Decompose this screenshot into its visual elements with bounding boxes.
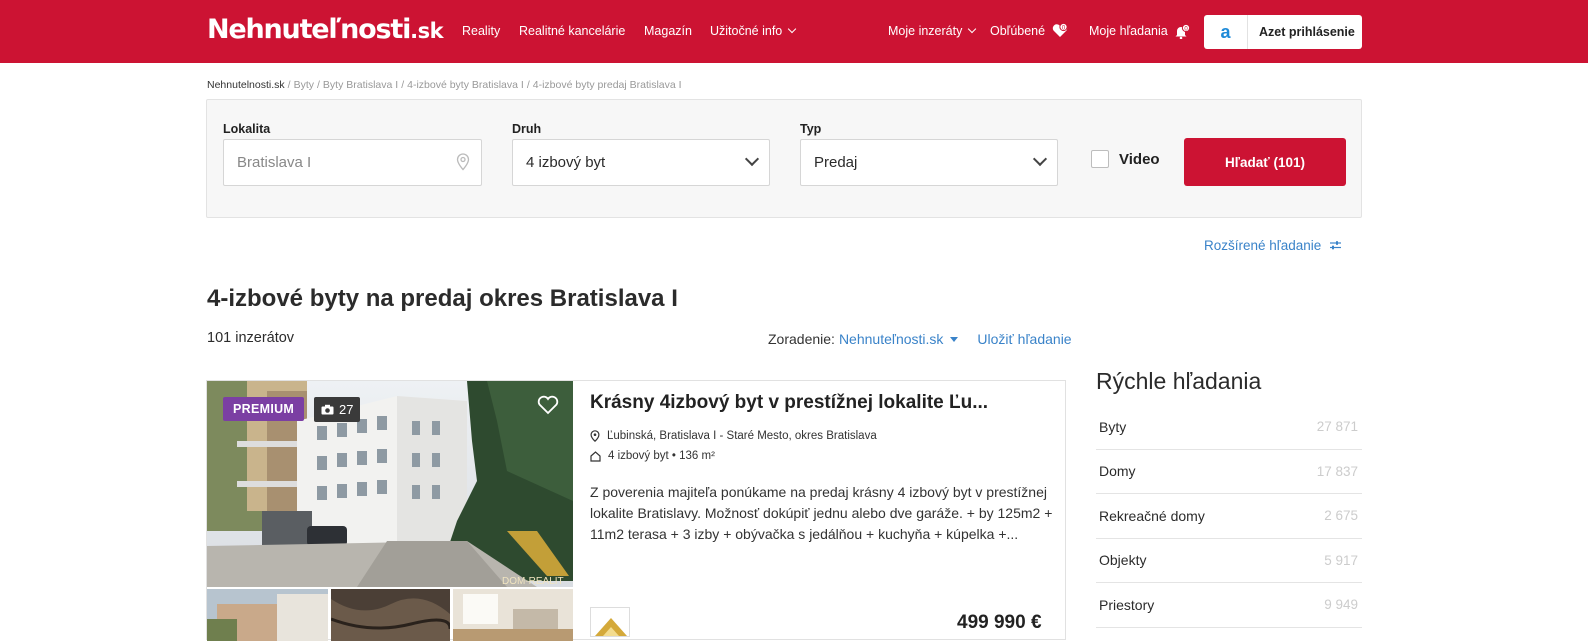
page-title: 4-izbové byty na predaj okres Bratislava…	[207, 285, 678, 312]
quick-search-item-byty[interactable]: Byty 27 871	[1096, 405, 1362, 450]
breadcrumb-item[interactable]: Nehnutelnosti.sk	[207, 79, 285, 91]
top-navigation-bar: Nehnuteľnosti.sk Reality Realitné kancel…	[0, 0, 1588, 63]
breadcrumb-item: 4-izbové byty predaj Bratislava I	[532, 79, 682, 91]
chevron-down-icon	[1032, 151, 1048, 167]
listing-title[interactable]: Krásny 4izbový byt v prestížnej lokalite…	[590, 392, 988, 414]
filter-sliders-icon	[1329, 238, 1342, 253]
quick-search-list: Byty 27 871 Domy 17 837 Rekreačné domy 2 67…	[1096, 405, 1362, 628]
nav-item-realitne-kancelarie[interactable]: Realitné kancelárie	[519, 24, 625, 38]
druh-select[interactable]: 4 izbový byt	[512, 139, 770, 186]
sort-dropdown[interactable]: Nehnuteľnosti.sk	[839, 331, 943, 347]
thumbnail-strip	[207, 589, 573, 641]
listing-type-area: 4 izbový byt • 136 m²	[590, 450, 715, 462]
results-count: 101 inzerátov	[207, 330, 295, 346]
video-checkbox[interactable]	[1091, 150, 1109, 168]
save-search-link[interactable]: Uložiť hľadanie	[977, 331, 1071, 347]
typ-select[interactable]: Predaj	[800, 139, 1058, 186]
svg-text:DOM-REALIT: DOM-REALIT	[502, 576, 564, 587]
location-pin-icon	[590, 430, 600, 442]
favorite-heart-icon[interactable]	[537, 395, 559, 420]
heart-icon: 0	[1052, 23, 1068, 38]
thumbnail-image[interactable]	[331, 589, 450, 641]
breadcrumb-item[interactable]: 4-izbové byty Bratislava I	[407, 79, 524, 91]
listing-address: Ľubinská, Bratislava I - Staré Mesto, ok…	[590, 430, 877, 442]
favorites-link[interactable]: Obľúbené 0	[990, 23, 1068, 38]
my-ads-menu[interactable]: Moje inzeráty	[888, 24, 977, 38]
house-icon	[590, 450, 601, 462]
druh-label: Druh	[512, 122, 542, 136]
agency-logo[interactable]	[590, 607, 630, 637]
breadcrumb-item[interactable]: Byty Bratislava I	[323, 79, 398, 91]
chevron-down-icon	[788, 24, 797, 34]
listing-description: Z poverenia majiteľa ponúkame na predaj …	[590, 484, 1053, 542]
site-logo[interactable]: Nehnuteľnosti.sk	[207, 13, 444, 48]
caret-down-icon[interactable]	[950, 336, 959, 342]
quick-search-item-domy[interactable]: Domy 17 837	[1096, 450, 1362, 494]
location-pin-icon	[456, 153, 470, 175]
breadcrumb: Nehnutelnosti.sk / Byty / Byty Bratislava I /…	[207, 79, 682, 91]
thumbnail-image[interactable]	[453, 589, 573, 641]
lokalita-label: Lokalita	[223, 122, 271, 136]
chevron-down-icon	[744, 151, 760, 167]
search-panel: Lokalita Bratislava I Druh 4 izbový byt …	[206, 99, 1362, 218]
search-button[interactable]: Hľadať (101)	[1184, 138, 1346, 186]
advanced-search-link[interactable]: Rozšírené hľadanie	[1204, 238, 1342, 253]
nav-item-uzitocne-info[interactable]: Užitočné info	[710, 24, 797, 38]
azet-logo-icon: a	[1204, 15, 1248, 49]
breadcrumb-item[interactable]: Byty	[294, 79, 314, 91]
camera-icon	[321, 404, 334, 415]
bell-icon: 0	[1174, 23, 1190, 40]
thumbnail-image[interactable]	[207, 589, 328, 641]
sort-bar: Zoradenie: Nehnuteľnosti.sk Uložiť hľada…	[768, 331, 1072, 347]
login-label: Azet prihlásenie	[1259, 25, 1355, 39]
video-label[interactable]: Video	[1119, 151, 1160, 168]
azet-login-button[interactable]: a Azet prihlásenie	[1204, 15, 1362, 49]
nav-item-magazin[interactable]: Magazín	[644, 24, 692, 38]
typ-label: Typ	[800, 122, 822, 136]
listing-card[interactable]: DOM-REALIT PREMIUM 27 Krásny 4izbový byt…	[206, 380, 1066, 641]
photo-count-badge: 27	[314, 397, 361, 422]
quick-search-item-priestory[interactable]: Priestory 9 949	[1096, 583, 1362, 628]
quick-search-item-rekreacne-domy[interactable]: Rekreačné domy 2 675	[1096, 494, 1362, 539]
my-searches-link[interactable]: Moje hľadania 0	[1089, 23, 1190, 40]
sort-label: Zoradenie:	[768, 331, 835, 347]
premium-badge: PREMIUM	[223, 397, 305, 421]
listing-price: 499 990 €	[957, 612, 1042, 633]
quick-search-title: Rýchle hľadania	[1096, 368, 1262, 394]
lokalita-input[interactable]: Bratislava I	[223, 139, 482, 186]
listing-photo[interactable]: DOM-REALIT PREMIUM 27	[207, 381, 573, 587]
quick-search-item-objekty[interactable]: Objekty 5 917	[1096, 539, 1362, 583]
nav-item-reality[interactable]: Reality	[462, 24, 500, 38]
chevron-down-icon	[968, 24, 977, 34]
